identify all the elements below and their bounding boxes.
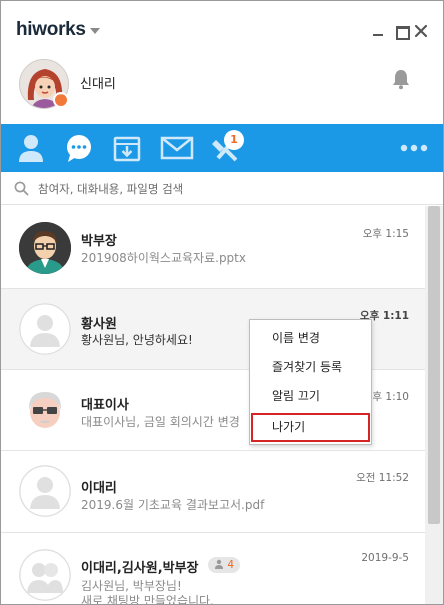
chat-row[interactable]: 박부장 201908하이웍스교육자료.pptx 오후 1:15: [1, 206, 425, 289]
close-icon: [414, 24, 428, 38]
nav-inbox[interactable]: [107, 124, 147, 172]
mail-icon: [160, 136, 194, 160]
people-icon: [19, 135, 43, 162]
scrollbar[interactable]: [425, 206, 443, 604]
scrollbar-thumb[interactable]: [428, 206, 440, 524]
chat-name: 이대리: [81, 481, 117, 496]
person-icon: [215, 559, 223, 569]
notification-badge: 1: [224, 130, 244, 150]
chat-name: 대표이사: [81, 398, 129, 413]
context-menu: 이름 변경 즐겨찾기 등록 알림 끄기 나가기: [249, 319, 372, 445]
avatar: [19, 549, 71, 601]
avatar: [19, 222, 71, 274]
minimize-button[interactable]: [370, 23, 386, 39]
close-button[interactable]: [413, 23, 429, 39]
avatar-elder-glasses-icon: [19, 384, 71, 436]
chat-preview: 201908하이웍스교육자료.pptx: [81, 251, 246, 265]
menu-item-mute[interactable]: 알림 끄기: [251, 382, 370, 411]
nav-bar: [1, 124, 443, 172]
avatar: [19, 384, 71, 436]
chat-name: 이대리,김사원,박부장: [81, 561, 199, 576]
menu-item-add-favorite[interactable]: 즐겨찾기 등록: [251, 353, 370, 382]
default-avatar-icon: [19, 303, 71, 355]
inbox-icon: [113, 136, 141, 162]
status-badge[interactable]: [53, 89, 69, 108]
bell-icon[interactable]: [391, 68, 411, 90]
nav-chats[interactable]: [60, 124, 100, 172]
messenger-window: hiworks 신대리: [0, 0, 444, 605]
chat-row[interactable]: 이대리,김사원,박부장 4 김사원님, 박부장님! 새로 채팅방 만들었습니다.…: [1, 533, 425, 605]
chat-time: 2019-9-5: [361, 552, 409, 564]
chat-preview: 대표이사님, 금일 회의시간 변경: [81, 415, 240, 429]
avatar: [19, 465, 71, 517]
group-avatar-icon: [19, 549, 71, 601]
more-icon: [400, 144, 428, 152]
member-count-badge: 4: [208, 557, 241, 573]
title-bar: hiworks: [1, 1, 443, 47]
maximize-button[interactable]: [393, 23, 410, 40]
chat-preview-line2: 새로 채팅방 만들었습니다.: [81, 594, 214, 605]
default-avatar-icon: [19, 465, 71, 517]
logo-dropdown-icon[interactable]: [90, 28, 100, 34]
avatar-man-glasses-icon: [19, 222, 71, 274]
nav-mail[interactable]: [157, 124, 197, 172]
search-bar: [1, 172, 443, 205]
menu-item-leave[interactable]: 나가기: [251, 413, 370, 442]
search-input[interactable]: [38, 178, 418, 200]
avatar: [19, 303, 71, 355]
menu-item-rename[interactable]: 이름 변경: [251, 324, 370, 353]
chat-time: 오전 11:52: [356, 472, 409, 484]
chat-icon: [67, 135, 91, 162]
chat-row[interactable]: 이대리 2019.6월 기초교육 결과보고서.pdf 오전 11:52: [1, 451, 425, 533]
chat-time: 오후 1:15: [362, 228, 409, 240]
my-name: 신대리: [80, 77, 116, 92]
chat-name: 황사원: [81, 317, 117, 332]
member-count: 4: [227, 559, 235, 571]
chat-preview: 황사원님, 안녕하세요!: [81, 333, 193, 347]
nav-more[interactable]: [393, 124, 433, 172]
chat-name: 박부장: [81, 234, 117, 249]
chat-preview: 2019.6월 기초교육 결과보고서.pdf: [81, 498, 265, 512]
search-icon: [14, 181, 29, 196]
nav-contacts[interactable]: [13, 124, 53, 172]
app-logo[interactable]: hiworks: [16, 19, 86, 41]
my-profile: 신대리: [1, 47, 443, 121]
